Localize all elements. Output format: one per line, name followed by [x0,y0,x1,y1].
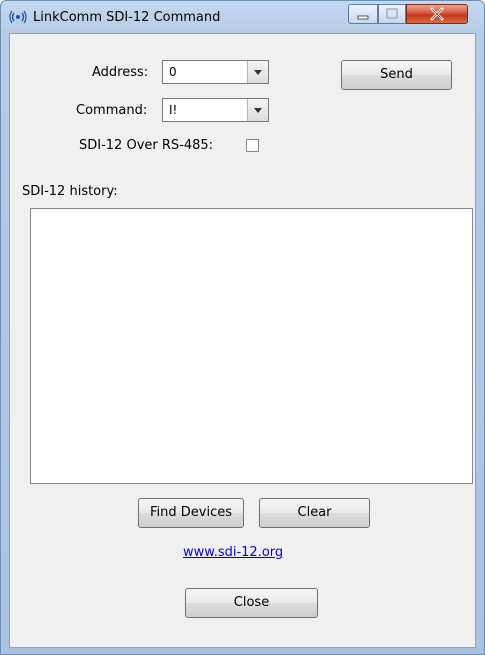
close-button[interactable]: Close [185,588,318,618]
minimize-button[interactable] [348,4,378,24]
website-link[interactable]: www.sdi-12.org [183,545,283,560]
maximize-button[interactable] [378,4,406,24]
command-value: I! [169,103,178,117]
minimize-icon [357,15,369,20]
chevron-down-icon[interactable] [247,61,268,83]
history-label: SDI-12 history: [22,184,118,199]
command-label: Command: [76,103,148,118]
find-devices-button[interactable]: Find Devices [138,498,244,528]
close-window-button[interactable] [406,4,468,24]
address-value: 0 [169,65,177,79]
maximize-icon [386,8,398,19]
history-textarea[interactable] [30,208,473,484]
rs485-checkbox[interactable] [246,139,259,152]
rs485-label: SDI-12 Over RS-485: [79,138,214,153]
address-dropdown[interactable]: 0 [162,60,269,84]
clear-button[interactable]: Clear [259,498,370,528]
chevron-down-icon[interactable] [247,99,268,121]
antenna-icon [9,10,27,24]
address-label: Address: [92,65,149,80]
dialog-body: Address: 0 Send Command: I! SDI-12 Over … [9,33,476,648]
send-button[interactable]: Send [341,60,452,90]
close-icon [430,7,444,21]
dialog-window: LinkComm SDI-12 Command Address: 0 Send … [0,0,485,655]
title-bar[interactable]: LinkComm SDI-12 Command [1,1,484,33]
command-dropdown[interactable]: I! [162,98,269,122]
window-title: LinkComm SDI-12 Command [33,10,221,25]
